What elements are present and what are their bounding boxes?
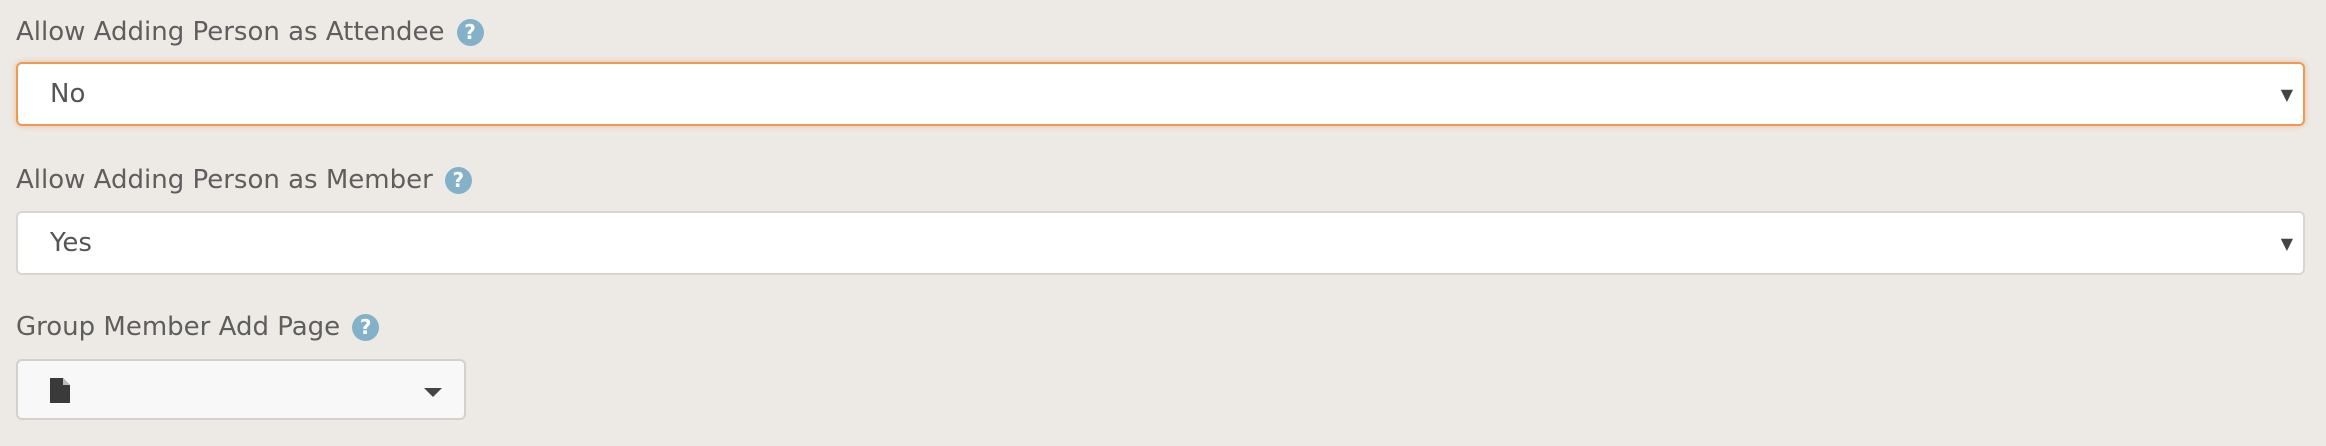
attendee-field-label: Allow Adding Person as Attendee ? <box>16 16 484 48</box>
member-label-text: Allow Adding Person as Member <box>16 165 433 195</box>
member-help-icon[interactable]: ? <box>444 166 472 194</box>
chevron-down-icon: ▼ <box>2280 233 2293 253</box>
chevron-down-icon: ▼ <box>2280 84 2293 104</box>
add-page-field-label: Group Member Add Page ? <box>16 311 380 343</box>
caret-down-icon <box>424 388 442 397</box>
attendee-help-icon[interactable]: ? <box>456 18 484 46</box>
block-settings-panel: Allow Adding Person as Attendee ? No ▼ A… <box>0 0 2326 446</box>
file-icon <box>50 378 70 403</box>
attendee-select-value: No <box>50 79 86 109</box>
attendee-label-text: Allow Adding Person as Attendee <box>16 17 445 47</box>
group-member-add-page-picker[interactable] <box>16 359 466 420</box>
add-page-help-icon[interactable]: ? <box>352 313 380 341</box>
member-select-value: Yes <box>50 228 92 258</box>
member-field-label: Allow Adding Person as Member ? <box>16 164 472 196</box>
member-select[interactable]: Yes ▼ <box>16 211 2305 275</box>
attendee-select[interactable]: No ▼ <box>16 62 2305 126</box>
add-page-label-text: Group Member Add Page <box>16 312 341 342</box>
